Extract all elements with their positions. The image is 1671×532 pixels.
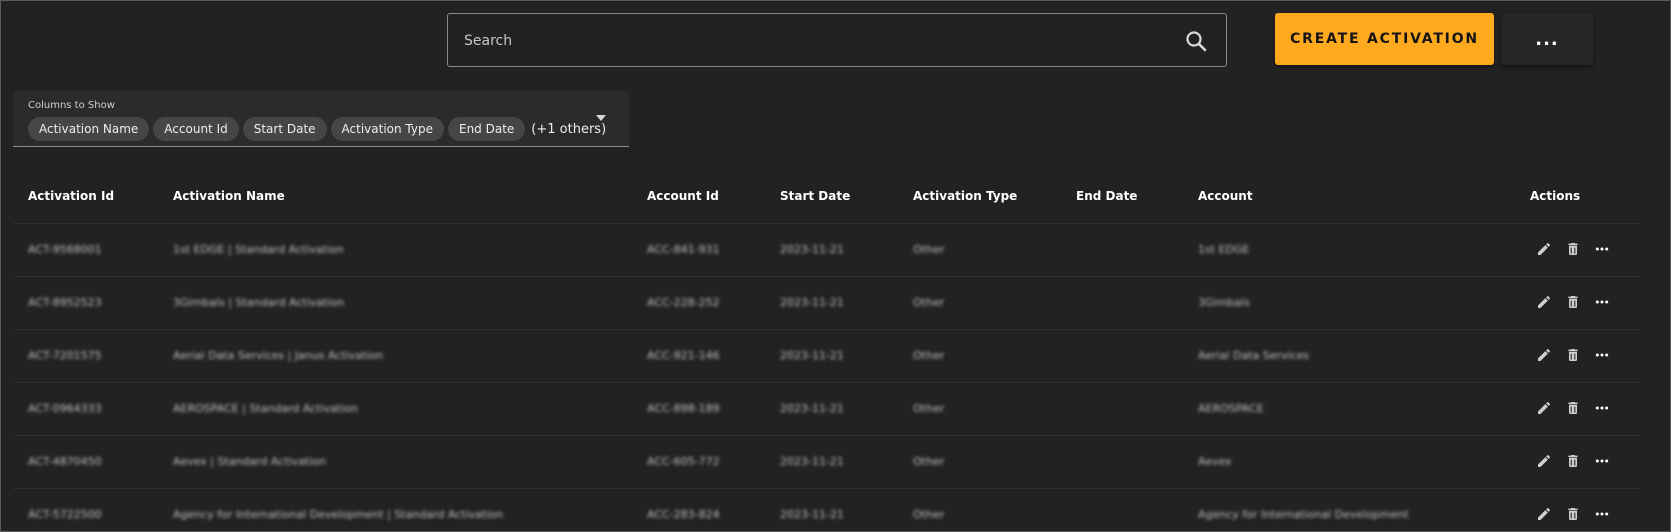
column-chip-start-date[interactable]: Start Date [242,117,327,141]
activation-name-cell: 3Gimbals | Standard Activation [173,296,345,309]
activation-id-cell: ACT-5722500 [28,508,102,521]
table-row[interactable]: ACT-8952523 3Gimbals | Standard Activatio… [13,277,1641,330]
create-activation-button[interactable]: CREATE ACTIVATION [1275,13,1494,65]
trash-icon[interactable] [1564,293,1581,310]
table-row[interactable]: ACT-9568001 1st EDGE | Standard Activatio… [13,224,1641,277]
activation-type-cell: Other [913,455,945,468]
activation-type-cell: Other [913,243,945,256]
trash-icon[interactable] [1564,399,1581,416]
trash-icon[interactable] [1564,240,1581,257]
pencil-icon[interactable] [1535,452,1552,469]
activation-name-cell: 1st EDGE | Standard Activation [173,243,344,256]
more-horizontal-icon[interactable] [1593,399,1610,416]
more-horizontal-icon[interactable] [1593,293,1610,310]
header-activation-name[interactable]: Activation Name [173,189,285,203]
start-date-cell: 2023-11-21 [780,455,844,468]
activations-table: Activation Id Activation Name Account Id… [13,171,1641,531]
activation-type-cell: Other [913,296,945,309]
table-row[interactable]: ACT-5722500 Agency for International Deve… [13,489,1641,531]
columns-others-count: (+1 others) [531,121,607,137]
activation-name-cell: AEROSPACE | Standard Activation [173,402,358,415]
more-options-button[interactable]: ... [1501,13,1593,65]
pencil-icon[interactable] [1535,505,1552,522]
search-box[interactable] [447,13,1227,68]
table-row[interactable]: ACT-0964333 AEROSPACE | Standard Activati… [13,383,1641,436]
more-horizontal-icon[interactable] [1593,346,1610,363]
header-actions: Actions [1530,189,1581,203]
column-chips: Activation Name Account Id Start Date Ac… [28,117,606,141]
more-options-label: ... [1535,28,1559,50]
row-actions [1535,452,1610,469]
search-input[interactable] [462,14,1166,68]
account-id-cell: ACC-283-824 [647,508,720,521]
columns-selector[interactable]: Columns to Show Activation Name Account … [13,91,629,147]
trash-icon[interactable] [1564,452,1581,469]
header-account[interactable]: Account [1198,189,1253,203]
pencil-icon[interactable] [1535,293,1552,310]
header-activation-id[interactable]: Activation Id [28,189,114,203]
start-date-cell: 2023-11-21 [780,349,844,362]
account-id-cell: ACC-841-931 [647,243,720,256]
row-actions [1535,346,1610,363]
row-actions [1535,399,1610,416]
account-cell: Agency for International Development [1198,508,1409,521]
start-date-cell: 2023-11-21 [780,243,844,256]
account-id-cell: ACC-605-772 [647,455,720,468]
columns-selector-label: Columns to Show [28,100,115,111]
more-horizontal-icon[interactable] [1593,240,1610,257]
pencil-icon[interactable] [1535,399,1552,416]
table-body: ACT-9568001 1st EDGE | Standard Activatio… [13,224,1641,531]
row-actions [1535,293,1610,310]
row-actions [1535,240,1610,257]
activation-id-cell: ACT-9568001 [28,243,102,256]
start-date-cell: 2023-11-21 [780,508,844,521]
header-account-id[interactable]: Account Id [647,189,719,203]
account-cell: 1st EDGE [1198,243,1250,256]
header-start-date[interactable]: Start Date [780,189,850,203]
header-activation-type[interactable]: Activation Type [913,189,1017,203]
column-chip-activation-type[interactable]: Activation Type [330,117,444,141]
pencil-icon[interactable] [1535,346,1552,363]
app-frame: CREATE ACTIVATION ... Columns to Show Ac… [0,0,1671,532]
header-end-date[interactable]: End Date [1076,189,1137,203]
activation-name-cell: Aerial Data Services | Janus Activation [173,349,384,362]
chevron-down-icon[interactable] [596,115,606,121]
start-date-cell: 2023-11-21 [780,402,844,415]
trash-icon[interactable] [1564,505,1581,522]
activation-id-cell: ACT-7201575 [28,349,102,362]
column-chip-account-id[interactable]: Account Id [153,117,239,141]
start-date-cell: 2023-11-21 [780,296,844,309]
more-horizontal-icon[interactable] [1593,452,1610,469]
activation-id-cell: ACT-4870450 [28,455,102,468]
activation-id-cell: ACT-8952523 [28,296,102,309]
trash-icon[interactable] [1564,346,1581,363]
activation-type-cell: Other [913,349,945,362]
account-cell: AEROSPACE [1198,402,1264,415]
activation-name-cell: Aevex | Standard Activation [173,455,327,468]
table-header: Activation Id Activation Name Account Id… [13,171,1641,224]
column-chip-activation-name[interactable]: Activation Name [28,117,150,141]
more-horizontal-icon[interactable] [1593,505,1610,522]
activation-id-cell: ACT-0964333 [28,402,102,415]
table-row[interactable]: ACT-7201575 Aerial Data Services | Janus … [13,330,1641,383]
activation-type-cell: Other [913,402,945,415]
account-cell: 3Gimbals [1198,296,1250,309]
activation-type-cell: Other [913,508,945,521]
row-actions [1535,505,1610,522]
account-id-cell: ACC-921-146 [647,349,720,362]
activation-name-cell: Agency for International Development | S… [173,508,503,521]
table-row[interactable]: ACT-4870450 Aevex | Standard Activation AC… [13,436,1641,489]
account-id-cell: ACC-228-252 [647,296,720,309]
account-cell: Aerial Data Services [1198,349,1310,362]
column-chip-end-date[interactable]: End Date [447,117,526,141]
account-cell: Aevex [1198,455,1232,468]
pencil-icon[interactable] [1535,240,1552,257]
search-icon[interactable] [1184,29,1208,53]
account-id-cell: ACC-898-189 [647,402,720,415]
